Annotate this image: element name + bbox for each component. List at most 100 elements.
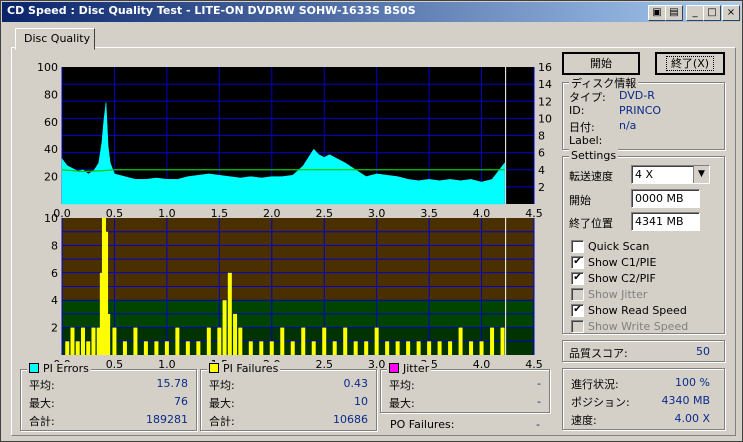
stat-value: 189281 xyxy=(146,413,188,426)
pi-failure-bar xyxy=(196,341,201,355)
pi-failure-bar xyxy=(175,327,180,355)
stat-label: 最大: xyxy=(389,397,415,410)
y-tick-label: 10 xyxy=(44,214,58,225)
stat-value: 0.43 xyxy=(343,377,369,390)
pi-failure-bar xyxy=(143,341,148,355)
y-tick-label: 2 xyxy=(51,322,58,335)
window-title: CD Speed : Disc Quality Test - LITE-ON D… xyxy=(7,4,416,17)
pi-failure-bar xyxy=(80,327,85,355)
pi-failure-bar xyxy=(301,327,306,355)
pi-failure-bar xyxy=(259,341,264,355)
stat-value: - xyxy=(537,395,541,408)
pi-failure-bar xyxy=(122,341,127,355)
pi-failure-bar xyxy=(416,341,421,355)
start-position-input[interactable]: 0000 MB xyxy=(631,189,700,208)
y-tick-label: 6 xyxy=(51,267,58,280)
checkbox[interactable]: ✔ xyxy=(571,256,584,269)
pi-failure-bar xyxy=(374,327,379,355)
stat-label: 速度: xyxy=(571,414,597,427)
stat-label: 最大: xyxy=(29,397,55,410)
pi-failure-bar xyxy=(70,327,75,355)
stat-label: 進行状況: xyxy=(571,378,619,391)
checkbox-label[interactable]: Quick Scan xyxy=(588,240,649,253)
y2-tick-label: 12 xyxy=(538,95,552,108)
pi-failure-bar xyxy=(395,341,400,355)
stat-label: 平均: xyxy=(209,379,235,392)
y-tick-label: 8 xyxy=(51,239,58,252)
tab-disc-quality[interactable]: Disc Quality xyxy=(15,28,95,50)
checkbox xyxy=(571,320,584,333)
checkbox[interactable] xyxy=(571,240,584,253)
end-position-input[interactable]: 4341 MB xyxy=(631,212,700,231)
pi-failure-bar xyxy=(112,327,117,355)
pi-failure-bar xyxy=(448,341,453,355)
y2-tick-label: 2 xyxy=(538,181,545,194)
po-failures-value: - xyxy=(536,418,540,431)
quality-score-group: 品質スコア: 50 xyxy=(562,340,725,362)
y-tick-label: 100 xyxy=(37,62,58,74)
stat-label: 平均: xyxy=(29,379,55,392)
settings-group: Settings 転送速度 4 X ▼ 開始 0000 MB 終了位置 4341… xyxy=(562,149,725,334)
checkbox-label[interactable]: Show Read Speed xyxy=(588,304,687,317)
y2-tick-label: 10 xyxy=(538,112,552,125)
pi-failure-bar xyxy=(91,327,96,355)
y-tick-label: 4 xyxy=(51,294,58,307)
checkbox-label[interactable]: Show C1/PIE xyxy=(588,256,656,269)
start-button[interactable]: 開始 xyxy=(562,52,640,75)
pi-failure-bar xyxy=(65,341,70,355)
pi-failure-bar xyxy=(248,341,253,355)
checkbox-label: Show Jitter xyxy=(588,288,648,301)
pi-failure-bar xyxy=(185,341,190,355)
y2-tick-label: 16 xyxy=(538,62,552,74)
stat-label: 平均: xyxy=(389,379,415,392)
stat-label: 合計: xyxy=(29,415,55,428)
pi-failure-bar xyxy=(269,341,274,355)
y2-tick-label: 4 xyxy=(538,164,545,177)
pi-failure-bar xyxy=(364,341,369,355)
pi-failure-bar xyxy=(164,341,169,355)
progress-group: 進行状況: 100 % ポジション: 4340 MB 速度: 4.00 X xyxy=(562,368,725,430)
stat-value: 76 xyxy=(174,395,188,408)
pi-failure-bar xyxy=(332,341,337,355)
stat-value: 100 % xyxy=(675,376,710,389)
pi-failures-swatch xyxy=(209,363,219,373)
checkbox-label[interactable]: Show C2/PIF xyxy=(588,272,656,285)
disc-info-value: PRINCO xyxy=(619,104,662,117)
y2-tick-label: 6 xyxy=(538,147,545,160)
y2-tick-label: 8 xyxy=(538,130,545,143)
pi-failure-bar xyxy=(353,341,358,355)
stat-value: 10686 xyxy=(333,413,368,426)
jitter-swatch xyxy=(389,363,399,373)
pi-failure-bar xyxy=(233,313,238,355)
disc-info-value: DVD-R xyxy=(619,89,655,102)
disc-info-label: タイプ: xyxy=(569,91,606,104)
chevron-down-icon[interactable]: ▼ xyxy=(693,166,709,183)
y-axis-left: 100 80 60 40 20 xyxy=(37,62,58,184)
pi-failure-bar xyxy=(311,341,316,355)
pi-failure-bar xyxy=(385,341,390,355)
checkbox[interactable]: ✔ xyxy=(571,272,584,285)
pi-failure-bar xyxy=(479,341,484,355)
minimize-button[interactable]: _ xyxy=(686,5,704,21)
pi-failures-group: PI Failures 平均: 0.43 最大: 10 合計: 10686 xyxy=(200,362,377,431)
pi-failure-bar xyxy=(290,341,295,355)
pi-failure-bar xyxy=(75,341,80,355)
pi-failure-bar xyxy=(500,327,505,355)
po-failures-label: PO Failures: xyxy=(390,418,455,431)
jitter-title: Jitter xyxy=(403,362,430,375)
pi-failure-bar xyxy=(86,341,91,355)
speed-select[interactable]: 4 X ▼ xyxy=(631,165,710,184)
checkbox[interactable]: ✔ xyxy=(571,304,584,317)
pi-errors-group: PI Errors 平均: 15.78 最大: 76 合計: 189281 xyxy=(20,362,197,431)
quality-score-label: 品質スコア: xyxy=(569,347,628,360)
close-button[interactable]: × xyxy=(722,5,740,21)
stop-button[interactable]: 終了(X) xyxy=(655,52,725,75)
maximize-button[interactable]: □ xyxy=(703,5,721,21)
pi-failure-bar xyxy=(238,327,243,355)
pi-failure-bar xyxy=(322,327,327,355)
app-icon-button[interactable]: ▣ xyxy=(648,5,666,21)
pi-failures-chart: 108642 0.00.51.01.52.02.53.03.54.04.5 xyxy=(44,214,543,370)
help-icon-button[interactable]: ▤ xyxy=(665,5,683,21)
pi-failure-bar xyxy=(206,327,211,355)
stat-label: ポジション: xyxy=(571,396,630,409)
